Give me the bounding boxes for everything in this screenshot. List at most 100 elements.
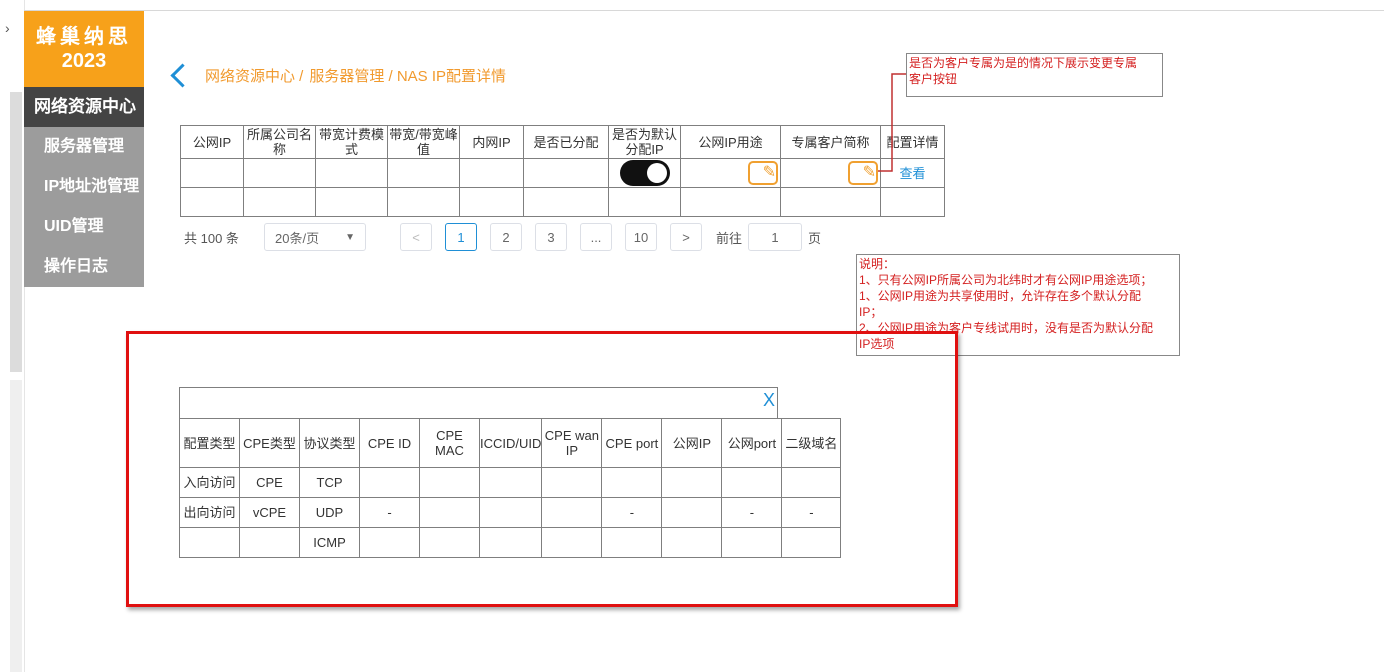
col-cpe-wan-ip: CPE wan IP [541, 418, 603, 468]
col-billing: 带宽计费模式 [315, 125, 388, 159]
scrollbar[interactable] [10, 92, 22, 372]
cell [661, 467, 723, 498]
col-cpe-mac: CPE MAC [419, 418, 480, 468]
col-private-ip: 内网IP [459, 125, 524, 159]
config-dialog-header: X [179, 387, 778, 419]
cell [601, 467, 663, 498]
breadcrumb-current: 服务器管理 / NAS IP配置详情 [309, 67, 507, 85]
toggle-knob [646, 163, 667, 183]
page-2-button[interactable]: 2 [490, 223, 522, 251]
scrollbar-track [10, 380, 22, 672]
cell: 入向访问 [179, 467, 240, 498]
table-row [180, 187, 945, 217]
config-detail-table: 配置类型 CPE类型 协议类型 CPE ID CPE MAC ICCID/UID… [179, 418, 842, 558]
page-3-button[interactable]: 3 [535, 223, 567, 251]
table-row: 出向访问 vCPE UDP - - - - [179, 497, 842, 528]
chevron-down-icon: ▼ [345, 231, 355, 243]
next-page-button[interactable]: > [670, 223, 702, 251]
top-divider [24, 10, 1384, 11]
edit-ip-usage-icon[interactable]: ✎ [748, 161, 778, 185]
col-public-ip: 公网IP [661, 418, 723, 468]
sidebar-item-uid[interactable]: UID管理 [24, 207, 144, 247]
col-company: 所属公司名称 [243, 125, 316, 159]
col-config-type: 配置类型 [179, 418, 240, 468]
brand-logo: 蜂巢纳思 2023 [24, 11, 144, 87]
col-protocol: 协议类型 [299, 418, 360, 468]
col-ip-usage: 公网IP用途 [680, 125, 781, 159]
table-header-row: 配置类型 CPE类型 协议类型 CPE ID CPE MAC ICCID/UID… [179, 418, 842, 468]
table-row: ICMP [179, 527, 842, 558]
goto-suffix: 页 [808, 230, 822, 246]
cell: CPE [239, 467, 300, 498]
col-cpe-type: CPE类型 [239, 418, 300, 468]
goto-page-input[interactable]: 1 [748, 223, 803, 251]
cell [239, 527, 300, 558]
chevron-right-icon[interactable]: › [5, 20, 10, 36]
col-iccid: ICCID/UID [478, 418, 543, 468]
table-row: ✎ ✎ 查看 [180, 158, 945, 188]
cell [541, 497, 603, 528]
ip-config-table: 公网IP 所属公司名称 带宽计费模式 带宽/带宽峰值 内网IP 是否已分配 是否… [180, 125, 945, 217]
col-customer: 专属客户简称 [780, 125, 881, 159]
col-allocated: 是否已分配 [523, 125, 609, 159]
cell [661, 497, 723, 528]
logo-year: 2023 [61, 50, 107, 72]
prev-page-button[interactable]: < [400, 223, 432, 251]
cell [478, 467, 543, 498]
col-default-ip: 是否为默认分配IP [608, 125, 681, 159]
cell [781, 467, 842, 498]
cell [359, 527, 420, 558]
cell [419, 467, 480, 498]
annotation-note-customer: 是否为客户专属为是的情况下展示变更专属 客户按钮 [906, 53, 1163, 97]
cell: - [721, 497, 783, 528]
table-row: 入向访问 CPE TCP [179, 467, 842, 498]
page-10-button[interactable]: 10 [625, 223, 657, 251]
cell [661, 527, 723, 558]
breadcrumb: 网络资源中心 / 服务器管理 / NAS IP配置详情 [168, 62, 506, 88]
note-line: IP； [859, 305, 883, 319]
cell: ICMP [299, 527, 360, 558]
sidebar-nav: 网络资源中心 服务器管理 IP地址池管理 UID管理 操作日志 [24, 87, 144, 287]
cell [359, 467, 420, 498]
cell: - [359, 497, 420, 528]
sidebar-item-server-management[interactable]: 服务器管理 [24, 127, 144, 167]
default-ip-toggle[interactable] [619, 160, 670, 186]
close-icon[interactable]: X [763, 390, 775, 411]
cell [541, 527, 603, 558]
note-line: 1、只有公网IP所属公司为北纬时才有公网IP用途选项； [859, 273, 1153, 287]
cell: - [601, 497, 663, 528]
col-cpe-port: CPE port [601, 418, 663, 468]
back-arrow-icon[interactable] [170, 62, 195, 88]
pagination: 共 100 条 20条/页 ▼ < 1 2 3 ... 10 > 前往 1 页 [184, 222, 821, 252]
page-size-value: 20条/页 [275, 230, 320, 246]
col-cpe-id: CPE ID [359, 418, 420, 468]
sidebar-item-ip-pool[interactable]: IP地址池管理 [24, 167, 144, 207]
page-ellipsis[interactable]: ... [580, 223, 612, 251]
cell [478, 497, 543, 528]
page-1-button[interactable]: 1 [445, 223, 477, 251]
table-header-row: 公网IP 所属公司名称 带宽计费模式 带宽/带宽峰值 内网IP 是否已分配 是否… [180, 125, 945, 159]
col-subdomain: 二级域名 [781, 418, 842, 468]
sidebar-item-operation-log[interactable]: 操作日志 [24, 247, 144, 287]
cell [721, 467, 783, 498]
cell: 出向访问 [179, 497, 240, 528]
left-clipped-panel: › [0, 0, 25, 672]
cell [478, 527, 543, 558]
note-line: 1、公网IP用途为共享使用时，允许存在多个默认分配 [859, 289, 1142, 303]
sidebar-item-network-resource[interactable]: 网络资源中心 [24, 87, 144, 127]
goto-label: 前往 [716, 230, 743, 246]
logo-title: 蜂巢纳思 [36, 26, 132, 48]
breadcrumb-network[interactable]: 网络资源中心 / [205, 65, 303, 86]
total-count: 共 100 条 [184, 230, 239, 246]
cell: vCPE [239, 497, 300, 528]
page-size-select[interactable]: 20条/页 ▼ [264, 223, 366, 251]
col-bandwidth: 带宽/带宽峰值 [387, 125, 460, 159]
cell [721, 527, 783, 558]
note-line: 是否为客户专属为是的情况下展示变更专属 [909, 56, 1138, 70]
note-line: 说明： [859, 257, 896, 271]
col-public-port: 公网port [721, 418, 783, 468]
cell [541, 467, 603, 498]
cell [179, 527, 240, 558]
cell [419, 527, 480, 558]
cell [781, 527, 842, 558]
